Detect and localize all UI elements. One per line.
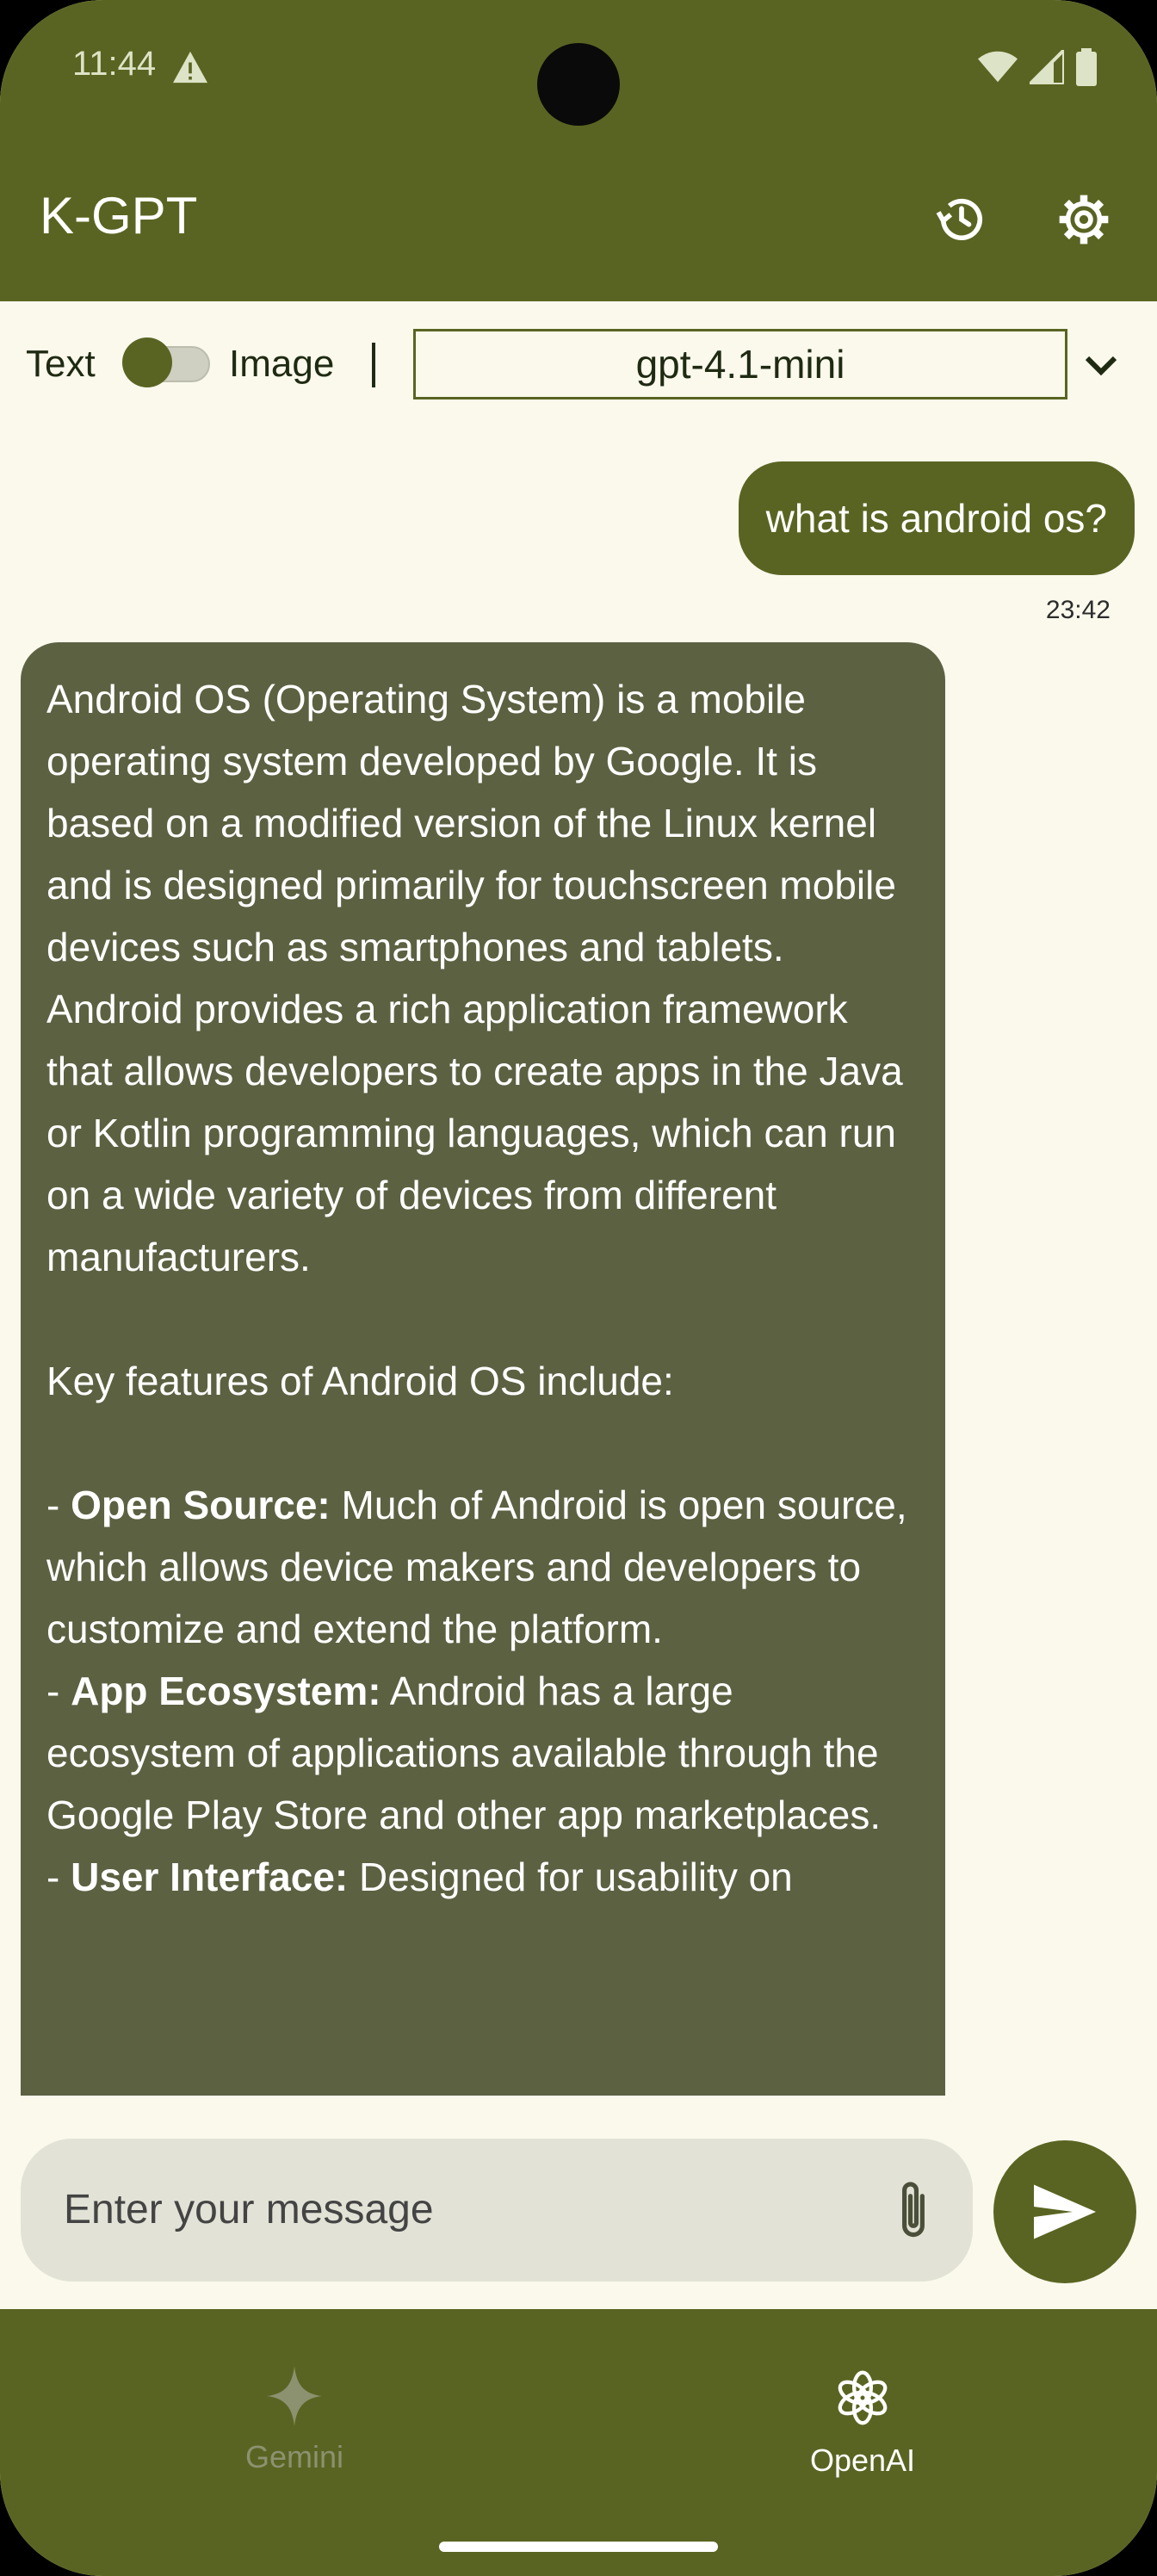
app-title: K-GPT [40, 187, 198, 245]
assistant-message-bubble: Android OS (Operating System) is a mobil… [21, 642, 945, 2096]
gear-icon [1059, 195, 1109, 245]
home-indicator[interactable] [439, 2542, 718, 2552]
model-dropdown-button[interactable] [1076, 341, 1126, 391]
battery-icon [1076, 48, 1097, 86]
history-button[interactable] [930, 188, 993, 251]
status-icons [978, 48, 1097, 86]
reply-intro: Android OS (Operating System) is a mobil… [46, 677, 903, 1279]
bottom-navigation: Gemini OpenAI [0, 2309, 1157, 2576]
user-message-bubble: what is android os? [738, 461, 1135, 575]
camera-cutout [537, 43, 620, 126]
nav-item-openai[interactable]: OpenAI [751, 2366, 974, 2495]
model-select-value: gpt-4.1-mini [635, 342, 845, 387]
toggle-thumb [122, 337, 172, 387]
reply-features-heading: Key features of Android OS include: [46, 1359, 674, 1403]
paperclip-icon [902, 2182, 925, 2238]
mode-image-label: Image [229, 343, 335, 385]
nav-label-openai: OpenAI [809, 2443, 916, 2478]
user-message-text: what is android os? [765, 496, 1107, 541]
feature-title: Open Source: [71, 1483, 331, 1527]
feature-title: App Ecosystem: [71, 1669, 381, 1713]
gemini-icon [267, 2366, 322, 2426]
feature-text: Designed for usability on [348, 1855, 793, 1899]
wifi-icon [978, 51, 1018, 83]
text-image-toggle[interactable] [122, 337, 212, 387]
nav-item-gemini[interactable]: Gemini [183, 2366, 406, 2495]
app-screen: 11:44 K-GPT Text Image gpt-4.1-mini what… [0, 0, 1157, 2576]
model-select[interactable]: gpt-4.1-mini [413, 329, 1067, 399]
message-input[interactable] [62, 2170, 840, 2249]
history-icon [936, 198, 983, 241]
settings-button[interactable] [1052, 188, 1116, 251]
message-timestamp: 23:42 [1045, 596, 1111, 624]
send-icon [1034, 2184, 1096, 2239]
reply-feature-item: - User Interface: Designed for usability… [46, 1855, 793, 1899]
nav-label-gemini: Gemini [244, 2439, 344, 2474]
attach-button[interactable] [885, 2175, 942, 2247]
feature-title: User Interface: [71, 1855, 349, 1899]
warning-icon [173, 51, 207, 84]
mode-text-label: Text [26, 343, 96, 385]
send-button[interactable] [993, 2140, 1136, 2283]
reply-feature-item: - App Ecosystem: Android has a large eco… [46, 1669, 882, 1837]
controls-separator [372, 343, 375, 387]
chevron-down-icon [1085, 356, 1117, 376]
openai-icon [838, 2370, 888, 2425]
status-time: 11:44 [72, 45, 157, 83]
reply-feature-item: - Open Source: Much of Android is open s… [46, 1483, 907, 1651]
top-app-bar: 11:44 K-GPT [0, 0, 1157, 301]
signal-icon [1030, 50, 1064, 84]
